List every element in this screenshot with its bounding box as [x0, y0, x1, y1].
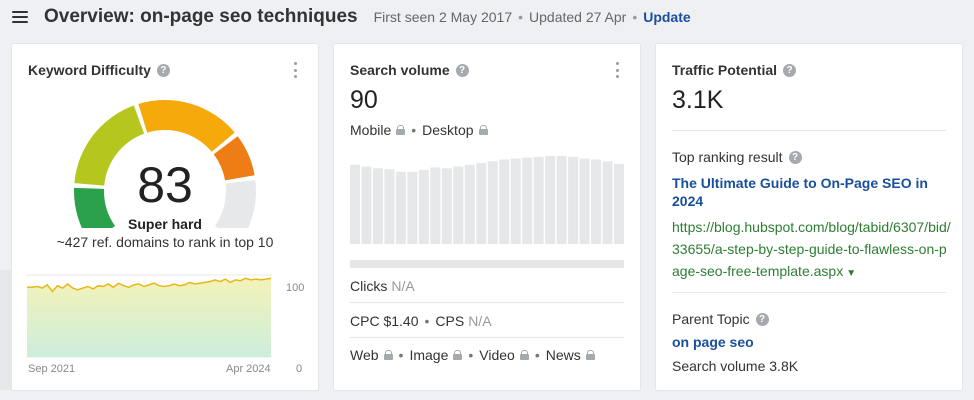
serp-features-row: Web • Image • Video • News [350, 347, 624, 363]
sv-bar [372, 168, 383, 244]
help-icon[interactable]: ? [788, 150, 802, 164]
sv-bar [361, 166, 372, 244]
kd-y-bottom-label: 0 [296, 363, 303, 375]
sv-bar [568, 156, 579, 244]
desktop-label: Desktop [422, 122, 474, 138]
lock-icon [478, 125, 488, 135]
top-result-url-link[interactable]: https://blog.hubspot.com/blog/tabid/6307… [672, 216, 954, 285]
traffic-potential-card: Traffic Potential ? 3.1K Top ranking res… [656, 44, 962, 390]
page-title: Overview: on-page seo techniques [44, 6, 358, 27]
cpc-value: CPC $1.40 [350, 313, 419, 329]
sv-trend-chart [350, 156, 624, 244]
clicks-label: Clicks [350, 278, 388, 294]
sv-bar [602, 161, 613, 244]
divider [672, 292, 946, 293]
top-ranking-label: Top ranking result ? [672, 149, 802, 165]
sv-bar [591, 159, 602, 244]
parent-topic-link[interactable]: on page seo [672, 334, 754, 350]
page-meta: First seen 2 May 2017 • Updated 27 Apr • Upd… [373, 9, 691, 25]
first-seen-text: First seen 2 May 2017 [373, 9, 513, 25]
divider [350, 302, 624, 303]
updated-text: Updated 27 Apr [529, 9, 627, 25]
sv-bar [476, 163, 487, 244]
more-options-icon[interactable] [614, 62, 620, 78]
sv-bar [441, 168, 452, 244]
cps-value: N/A [468, 313, 492, 329]
lock-icon [383, 350, 393, 360]
search-volume-card: Search volume ? 90 Mobile • Desktop Clic… [334, 44, 640, 390]
serp-web: Web [350, 347, 379, 363]
sv-bar [384, 169, 395, 244]
gauge-segment-orange [138, 100, 235, 152]
help-icon[interactable]: ? [783, 63, 797, 77]
help-icon[interactable]: ? [455, 63, 469, 77]
tp-value: 3.1K [672, 86, 724, 114]
sv-bar [522, 157, 533, 244]
left-edge-panel [0, 270, 12, 390]
sv-bar [430, 167, 441, 244]
sv-bar [579, 158, 590, 244]
sv-bar [407, 171, 418, 244]
sv-bar [556, 156, 567, 244]
update-link[interactable]: Update [643, 9, 690, 25]
cpc-row: CPC $1.40 • CPS N/A [350, 313, 492, 329]
lock-icon [585, 350, 595, 360]
sv-bar [533, 156, 544, 244]
top-result-title-link[interactable]: The Ultimate Guide to On-Page SEO in 202… [672, 174, 946, 210]
sv-bar [453, 166, 464, 244]
sv-bar [499, 159, 510, 244]
divider [350, 337, 624, 338]
keyword-difficulty-card: Keyword Difficulty ? 83 Super hard ~427 … [12, 44, 318, 390]
kd-value: 83 [137, 157, 193, 213]
more-options-icon[interactable] [292, 62, 298, 78]
lock-icon [519, 350, 529, 360]
help-icon[interactable]: ? [156, 63, 170, 77]
serp-video: Video [479, 347, 515, 363]
sv-bar [487, 161, 498, 244]
device-row: Mobile • Desktop [350, 122, 488, 138]
help-icon[interactable]: ? [755, 312, 769, 326]
sv-bar [464, 164, 475, 244]
kd-label: Super hard [128, 216, 202, 232]
chevron-down-icon[interactable]: ▼ [846, 268, 856, 279]
sv-progress-bar [350, 260, 624, 268]
menu-icon[interactable] [12, 11, 28, 23]
serp-image: Image [409, 347, 449, 363]
sv-bar [545, 156, 556, 244]
lock-icon [396, 125, 406, 135]
kd-x-start-label: Sep 2021 [28, 363, 76, 375]
cps-label: CPS [435, 313, 465, 329]
clicks-value: N/A [391, 278, 415, 294]
mobile-label: Mobile [350, 122, 392, 138]
clicks-row: Clicks N/A [350, 278, 624, 294]
kd-history-chart [26, 274, 272, 358]
sv-bar [350, 164, 360, 244]
serp-news: News [545, 347, 581, 363]
page-header: Overview: on-page seo techniques First s… [0, 0, 974, 34]
kd-x-end-label: Apr 2024 [226, 363, 271, 375]
parent-topic-search-volume: Search volume 3.8K [672, 358, 799, 374]
parent-topic-label: Parent Topic ? [672, 311, 769, 327]
sv-bar [510, 158, 521, 244]
sv-value: 90 [350, 86, 378, 114]
sv-bar [418, 170, 429, 244]
kd-subtitle: ~427 ref. domains to rank in top 10 [56, 234, 274, 250]
kd-y-top-label: 100 [286, 282, 305, 294]
sv-title: Search volume ? [350, 62, 469, 78]
kd-title: Keyword Difficulty ? [28, 62, 170, 78]
sv-bar [395, 171, 406, 244]
sv-bar [614, 163, 624, 244]
divider [672, 130, 946, 131]
tp-title: Traffic Potential ? [672, 62, 797, 78]
lock-icon [453, 350, 463, 360]
kd-area [27, 278, 271, 357]
